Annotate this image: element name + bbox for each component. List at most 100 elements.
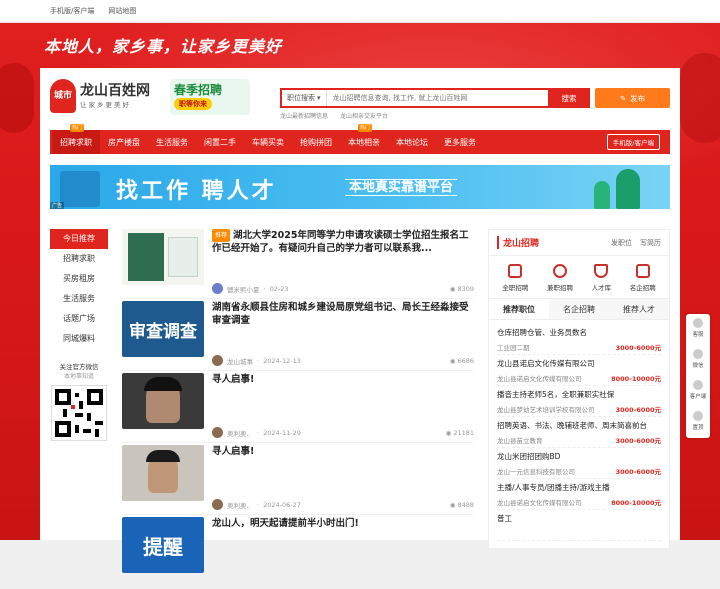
view-count-value: 6686 [457, 356, 474, 365]
main-nav: 招聘求职 热门 房产楼盘 生活服务 闲置二手 车辆买卖 抢购拼团 本地相亲 热门 本… [50, 124, 670, 154]
job-salary: 3000-6000元 [615, 344, 661, 352]
lantern-decoration [0, 63, 34, 133]
post-author: 奥利奥、 [227, 501, 253, 510]
site-logo[interactable]: 城市 龙山百姓网 让家乡更美好 [50, 79, 150, 113]
post-title[interactable]: 寻人启事! [212, 446, 254, 457]
fulltime-jobs-button[interactable]: 全职招聘 [502, 264, 528, 292]
search-category-label: 职位搜索 [287, 94, 315, 102]
briefcase-icon [508, 264, 523, 278]
float-label: 微信 [692, 363, 704, 369]
job-title: 招聘英语、书法、晚辅班老师、周末简喜前台 [497, 421, 647, 430]
tab-top-companies[interactable]: 名企招聘 [549, 299, 609, 319]
back-to-top-button[interactable]: 置顶 [686, 407, 710, 438]
post-title[interactable]: 湖南省永顺县住房和城乡建设局原党组书记、局长王经淼接受审查调查 [212, 302, 469, 326]
job-salary: 8000-10000元 [611, 375, 661, 383]
list-item[interactable]: 提醒 龙山人，明天起请提前半小时出门! [122, 517, 474, 587]
post-author: 龙山城事 [227, 357, 253, 366]
header: 城市 龙山百姓网 让家乡更美好 春季招聘 职等你来 职位搜索▾ 搜索 ✎发布 龙… [40, 68, 680, 124]
nav-item-dating[interactable]: 本地相亲 热门 [340, 124, 388, 154]
job-row[interactable]: 仓库招聘仓管、业务员数名 工业园二期 3000-6000元 [497, 324, 661, 355]
post-job-link[interactable]: 发职位 [611, 238, 632, 248]
talent-pool-button[interactable]: 人才库 [592, 264, 611, 292]
sidebar-item-jobs[interactable]: 招聘求职 [50, 249, 108, 269]
nav-item-secondhand[interactable]: 闲置二手 [196, 130, 244, 154]
list-item[interactable]: 推荐 湖北大学2025年同等学力申请攻读硕士学位招生报名工作已经开始了。有疑问升自… [122, 229, 474, 299]
sidebar-item-housing[interactable]: 买房租房 [50, 269, 108, 289]
ad-tag: 广告 [50, 202, 65, 209]
post-author: 奥利奥、 [227, 429, 253, 438]
list-item[interactable]: 寻人启事! 奥利奥、 · 2024-11-29 ◉ 21181 [122, 373, 474, 443]
job-company: 龙山县苗立教育 [497, 437, 543, 445]
nav-item-cars[interactable]: 车辆买卖 [244, 130, 292, 154]
job-row[interactable]: 播音主持老师5名，全职兼职实社保 龙山县梦幼艺术培训学校有限公司 3000-6000… [497, 386, 661, 417]
category-label: 兼职招聘 [546, 284, 573, 292]
view-count: ◉ 21181 [445, 428, 474, 437]
job-company: 龙山一元信息科技有限公司 [497, 468, 575, 476]
float-label: 置顶 [692, 425, 704, 431]
post-title[interactable]: 湖北大学2025年同等学力申请攻读硕士学位招生报名工作已经开始了。有疑问升自己的… [212, 230, 468, 254]
sidebar-item-topics[interactable]: 话题广场 [50, 309, 108, 329]
job-salary: 3000-6000元 [615, 406, 661, 414]
publish-button[interactable]: ✎ 发布 [595, 88, 670, 108]
building-illustration [60, 171, 100, 207]
sidebar-item-services[interactable]: 生活服务 [50, 289, 108, 309]
parttime-jobs-button[interactable]: 兼职招聘 [547, 264, 573, 292]
nav-item-more[interactable]: 更多服务 [436, 130, 484, 154]
sidebar-item-today[interactable]: 今日推荐 [50, 229, 108, 249]
top-company-button[interactable]: 名企招聘 [630, 264, 656, 292]
hot-link[interactable]: 龙山最新招聘信息 [280, 111, 328, 120]
job-row[interactable]: 普工 [497, 510, 661, 541]
view-count: ◉ 8309 [449, 284, 474, 293]
post-date: 2024-06-27 [263, 500, 301, 509]
post-date: 2024-12-13 [263, 356, 301, 365]
logo-badge: 城市 [50, 79, 76, 113]
thumbnail-text: 审查调查 [129, 321, 197, 342]
hot-badge: 热门 [70, 124, 85, 132]
write-resume-link[interactable]: 写简历 [640, 238, 661, 248]
app-download-button[interactable]: 手机版/客户端 [606, 134, 660, 150]
job-row[interactable]: 龙山县诺启文化传媒有限公司 龙山县诺启文化传媒有限公司 8000-10000元 [497, 355, 661, 386]
view-count: ◉ 6686 [449, 356, 474, 365]
app-button[interactable]: 客户端 [686, 376, 710, 407]
customer-service-button[interactable]: 客服 [686, 314, 710, 345]
tab-recommended-talent[interactable]: 推荐人才 [609, 299, 669, 319]
ad-subline: 本地真实靠谱平台 [345, 179, 458, 196]
job-title: 普工 [497, 514, 512, 523]
search-category-select[interactable]: 职位搜索 ▾ [282, 90, 327, 106]
search-button[interactable]: 搜索 [548, 88, 590, 108]
wechat-follow-subtitle: 本地事知道 [63, 373, 94, 380]
site-tagline: 让家乡更美好 [80, 100, 131, 109]
ad-banner[interactable]: 找工作 聘人才 本地真实靠谱平台 广告 [50, 165, 670, 209]
list-item[interactable]: 寻人启事! 奥利奥、 · 2024-06-27 ◉ 8488 [122, 445, 474, 515]
list-item[interactable]: 审查调查 湖南省永顺县住房和城乡建设局原党组书记、局长王经淼接受审查调查 龙山城… [122, 301, 474, 371]
phone-icon [693, 380, 703, 390]
post-title[interactable]: 龙山人，明天起请提前半小时出门! [212, 518, 359, 529]
nav-item-forum[interactable]: 本地论坛 [388, 130, 436, 154]
nav-item-groupbuy[interactable]: 抢购拼团 [292, 130, 340, 154]
sitemap-link[interactable]: 网站地图 [108, 6, 136, 16]
job-row[interactable]: 主播/人事专员/团播主持/游戏主播 龙山县诺启文化传媒有限公司 8000-10000… [497, 479, 661, 510]
hot-link[interactable]: 龙山相亲交友平台 [340, 111, 388, 120]
jobs-panel-header: 龙山招聘 发职位 写简历 [489, 230, 669, 256]
sidebar-item-news[interactable]: 同城爆料 [50, 329, 108, 349]
nav-item-jobs[interactable]: 招聘求职 热门 [52, 124, 100, 154]
mobile-link[interactable]: 手机版/客户端 [50, 6, 94, 16]
promo-subtitle: 职等你来 [174, 98, 212, 110]
jobs-panel-title: 龙山招聘 [497, 236, 603, 249]
search-input[interactable] [326, 94, 548, 102]
view-count-value: 21181 [453, 428, 474, 437]
job-row[interactable]: 龙山米团招团购BD 龙山一元信息科技有限公司 3000-6000元 [497, 448, 661, 479]
nav-item-property[interactable]: 房产楼盘 [100, 130, 148, 154]
job-salary: 3000-6000元 [615, 468, 661, 476]
search-bar: 职位搜索 ▾ [280, 88, 550, 108]
tree-illustration [594, 181, 610, 209]
post-title[interactable]: 寻人启事! [212, 374, 254, 385]
job-row[interactable]: 招聘英语、书法、晚辅班老师、周末简喜前台 龙山县苗立教育 3000-6000元 [497, 417, 661, 448]
spring-recruit-promo[interactable]: 春季招聘 职等你来 [170, 79, 250, 115]
job-title: 龙山米团招团购BD [497, 452, 561, 461]
tab-recommended-jobs[interactable]: 推荐职位 [489, 299, 549, 319]
thumbnail-image [122, 445, 204, 501]
wechat-button[interactable]: 微信 [686, 345, 710, 376]
job-salary: 8000-10000元 [611, 499, 661, 507]
nav-item-services[interactable]: 生活服务 [148, 130, 196, 154]
